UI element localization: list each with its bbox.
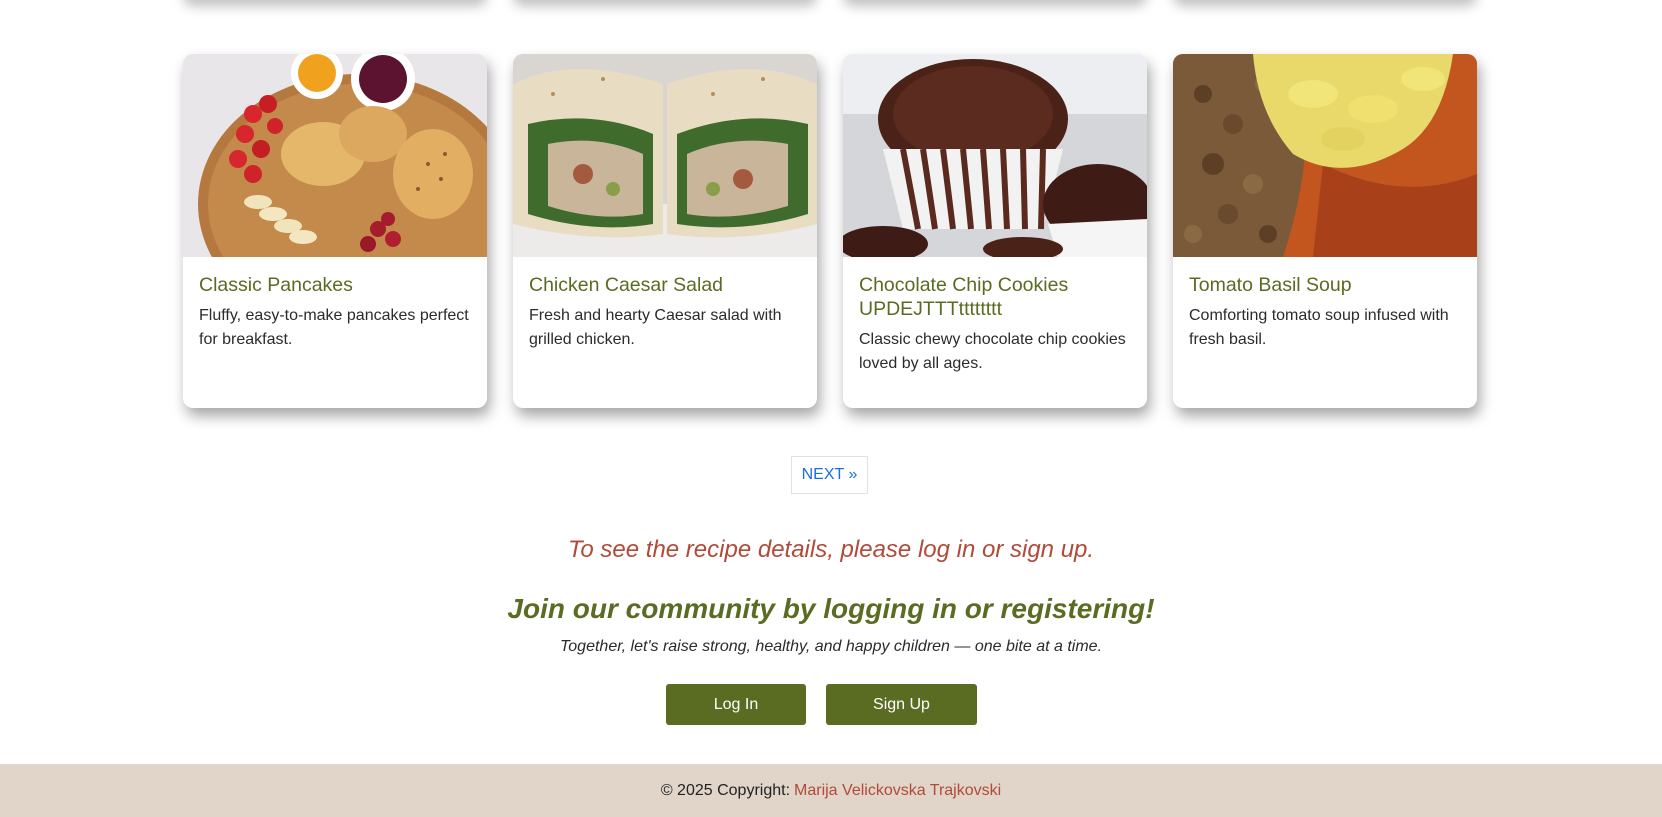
- recipe-image: [1173, 54, 1477, 257]
- recipe-card-grid: Classic Pancakes Fluffy, easy-to-make pa…: [183, 54, 1479, 408]
- recipe-card[interactable]: Tomato Basil Soup Comforting tomato soup…: [1173, 54, 1477, 408]
- recipe-description: Fluffy, easy-to-make pancakes perfect fo…: [199, 307, 469, 348]
- signup-button[interactable]: Sign Up: [826, 684, 977, 725]
- recipe-description: Comforting tomato soup infused with fres…: [1189, 307, 1449, 348]
- recipe-image: [513, 54, 817, 257]
- copyright-text: © 2025 Copyright:: [660, 781, 791, 799]
- recipe-title[interactable]: Classic Pancakes: [199, 273, 471, 297]
- recipe-title[interactable]: Chicken Caesar Salad: [529, 273, 801, 297]
- footer: © 2025 Copyright: Marija Velickovska Tra…: [0, 764, 1662, 817]
- author-link[interactable]: Marija Velickovska Trajkovski: [794, 782, 1001, 800]
- recipe-card[interactable]: Classic Pancakes Fluffy, easy-to-make pa…: [183, 54, 487, 408]
- login-button[interactable]: Log In: [666, 684, 806, 725]
- recipe-title[interactable]: Chocolate Chip Cookies UPDEJTTTtttttttt: [859, 273, 1131, 321]
- tagline: Together, let's raise strong, healthy, a…: [559, 638, 1103, 655]
- recipe-card[interactable]: Chicken Caesar Salad Fresh and hearty Ca…: [513, 54, 817, 408]
- recipe-image: [183, 54, 487, 257]
- join-heading: Join our community by logging in or regi…: [507, 593, 1155, 624]
- recipe-description: Classic chewy chocolate chip cookies lov…: [859, 331, 1126, 372]
- recipe-description: Fresh and hearty Caesar salad with grill…: [529, 307, 782, 348]
- recipe-image: [843, 54, 1147, 257]
- login-notice: To see the recipe details, please log in…: [567, 536, 1095, 563]
- recipe-card[interactable]: Chocolate Chip Cookies UPDEJTTTtttttttt …: [843, 54, 1147, 408]
- recipe-title[interactable]: Tomato Basil Soup: [1189, 273, 1461, 297]
- next-page-button[interactable]: NEXT »: [791, 456, 868, 494]
